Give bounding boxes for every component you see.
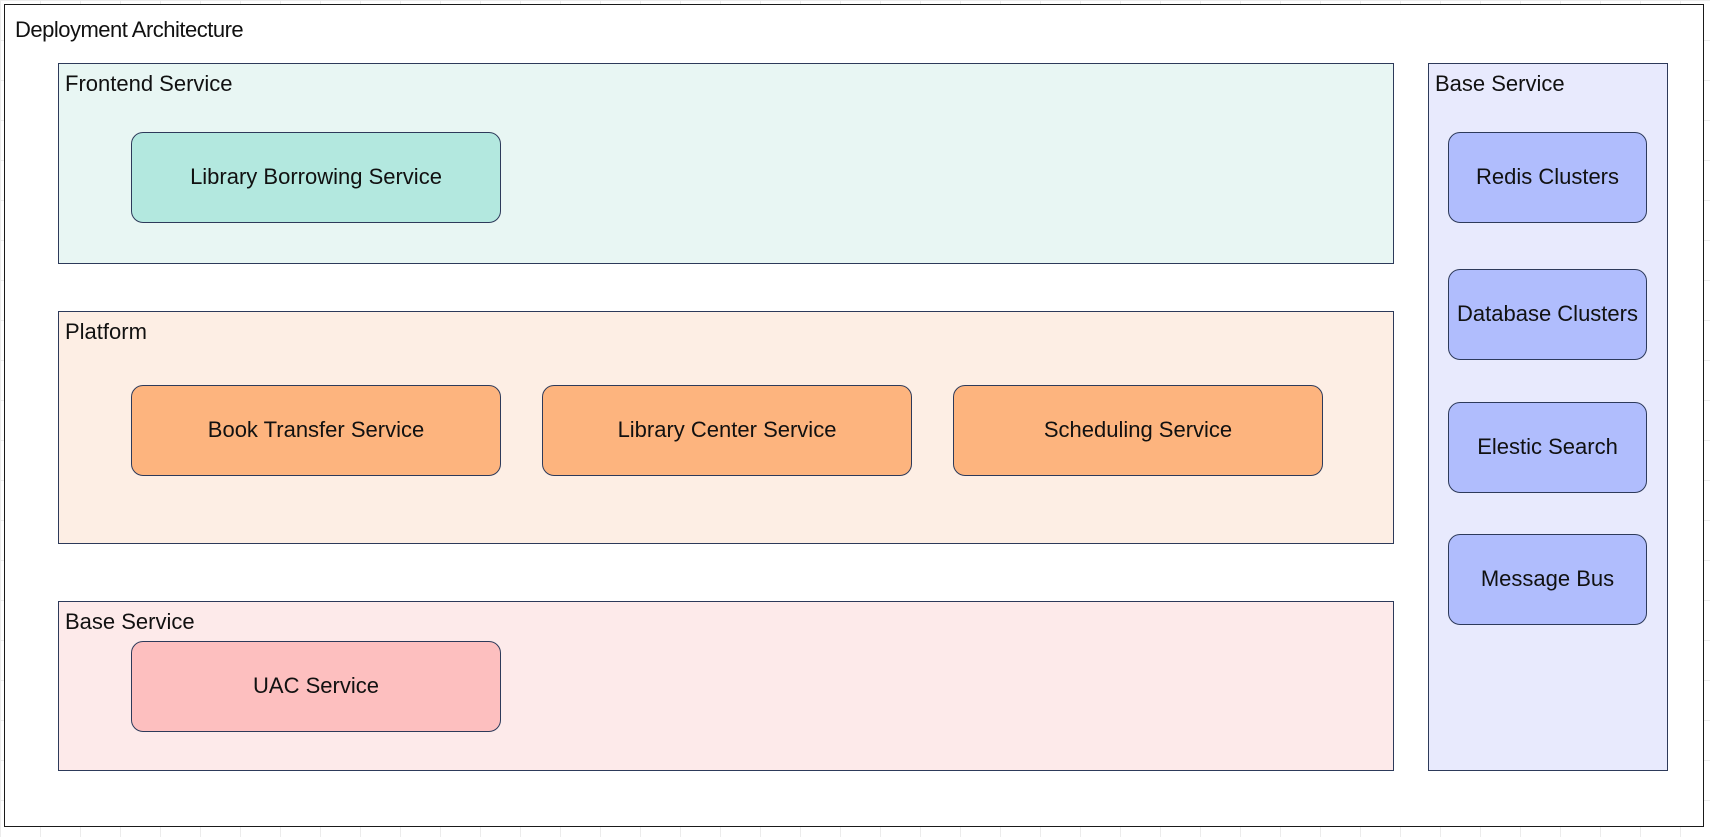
redis-clusters-node[interactable]: Redis Clusters — [1448, 132, 1647, 223]
frontend-service-group-title: Frontend Service — [65, 71, 233, 96]
library-center-service-node[interactable]: Library Center Service — [542, 385, 912, 476]
base-service-infra-group-title: Base Service — [1435, 71, 1565, 96]
elestic-search-node[interactable]: Elestic Search — [1448, 402, 1647, 493]
base-service-group-title: Base Service — [65, 609, 195, 634]
message-bus-node[interactable]: Message Bus — [1448, 534, 1647, 625]
platform-group-title: Platform — [65, 319, 147, 344]
uac-service-node[interactable]: UAC Service — [131, 641, 501, 732]
scheduling-service-node[interactable]: Scheduling Service — [953, 385, 1323, 476]
book-transfer-service-node[interactable]: Book Transfer Service — [131, 385, 501, 476]
library-borrowing-service-node[interactable]: Library Borrowing Service — [131, 132, 501, 223]
diagram-canvas: Deployment Architecture Frontend Service… — [0, 0, 1710, 837]
database-clusters-node[interactable]: Database Clusters — [1448, 269, 1647, 360]
diagram-title: Deployment Architecture — [15, 17, 244, 42]
